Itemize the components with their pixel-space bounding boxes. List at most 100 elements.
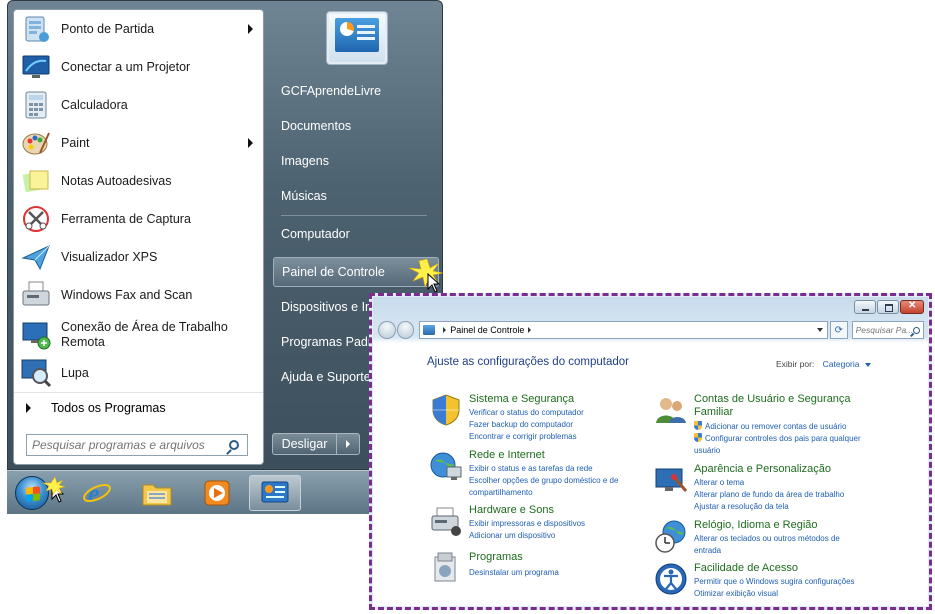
category-link-text[interactable]: Configurar controles dos pais para qualq…	[694, 434, 861, 455]
category-link[interactable]: Escolher opções de grupo doméstico e de …	[469, 475, 629, 499]
search-icon[interactable]	[229, 440, 239, 450]
minimize-button[interactable]	[854, 300, 876, 314]
category-link[interactable]: Verificar o status do computador	[469, 407, 584, 419]
hardware-sound-icon	[431, 507, 461, 536]
close-button[interactable]	[900, 300, 924, 314]
program-calculator[interactable]: Calculadora	[14, 86, 263, 124]
user-accounts-icon	[656, 398, 686, 423]
category-link[interactable]: Alterar plano de fundo da área de trabal…	[694, 489, 844, 501]
view-by: Exibir por: Categoria	[776, 359, 871, 369]
address-dropdown-icon[interactable]	[816, 328, 823, 332]
view-by-label: Exibir por:	[776, 359, 815, 369]
program-label: Conectar a um Projetor	[61, 59, 191, 74]
taskbar-control-panel[interactable]	[249, 475, 301, 511]
all-programs-label: Todos os Programas	[51, 400, 166, 415]
category-link[interactable]: Otimizar exibição visual	[694, 588, 855, 600]
shutdown-options-button[interactable]	[337, 434, 359, 454]
picture-line	[357, 25, 375, 28]
right-link-pictures[interactable]: Imagens	[273, 146, 439, 176]
category-title[interactable]: Aparência e Personalização	[694, 463, 831, 476]
pie-chart-icon	[340, 22, 354, 36]
category-link[interactable]: Permitir que o Windows sugira configuraç…	[694, 576, 855, 588]
view-by-dropdown[interactable]: Categoria	[823, 359, 860, 369]
category-link[interactable]: Exibir o status e as tarefas da rede	[469, 463, 629, 475]
shutdown-button[interactable]: Desligar	[272, 433, 360, 455]
fax-scanner-icon	[22, 281, 50, 306]
right-link-help[interactable]: Ajuda e Suporte	[273, 362, 373, 392]
taskbar-internet-explorer[interactable]: e	[71, 475, 123, 511]
chevron-down-icon[interactable]	[864, 362, 871, 367]
mouse-cursor-icon	[427, 273, 441, 293]
address-bar[interactable]: Painel de Controle	[419, 321, 828, 339]
navigation-bar: Painel de Controle ⟳	[378, 319, 924, 341]
breadcrumb-control-panel[interactable]: Painel de Controle	[450, 325, 524, 335]
category-link[interactable]: Exibir impressoras e dispositivos	[469, 518, 585, 530]
uac-shield-icon	[694, 433, 702, 442]
back-button[interactable]	[378, 321, 396, 339]
control-panel-search-box[interactable]	[851, 321, 924, 339]
start-search-box[interactable]	[26, 434, 248, 456]
windows-explorer-icon	[142, 484, 172, 506]
chevron-right-icon	[346, 440, 350, 448]
program-sticky-notes[interactable]: Notas Autoadesivas	[14, 162, 263, 200]
right-link-default-programs[interactable]: Programas Padrão	[273, 327, 373, 357]
category-title[interactable]: Hardware e Sons	[469, 504, 554, 517]
search-icon[interactable]	[912, 326, 920, 334]
click-highlight-icon	[43, 477, 65, 495]
maximize-button[interactable]	[877, 300, 899, 314]
svg-text:e: e	[88, 479, 100, 508]
projector-icon	[22, 55, 50, 78]
forward-button[interactable]	[396, 321, 415, 339]
category-title[interactable]: Rede e Internet	[469, 449, 545, 462]
program-snipping-tool[interactable]: Ferramenta de Captura	[14, 200, 263, 238]
category-title[interactable]: Facilidade de Acesso	[694, 562, 798, 575]
right-link-computer[interactable]: Computador	[273, 219, 439, 249]
paint-palette-icon	[22, 132, 50, 155]
category-link[interactable]: Adicionar um dispositivo	[469, 530, 585, 542]
shutdown-label[interactable]: Desligar	[273, 434, 337, 454]
user-picture[interactable]	[326, 11, 388, 65]
magnifier-icon	[21, 359, 52, 388]
category-link[interactable]: Alterar os teclados ou outros métodos de…	[694, 533, 864, 557]
category-title[interactable]: Programas	[469, 551, 523, 564]
control-panel-search-input[interactable]	[852, 325, 913, 335]
start-search-input[interactable]	[27, 436, 229, 454]
right-link-devices[interactable]: Dispositivos e Impressoras	[273, 292, 373, 322]
control-panel-icon	[261, 481, 289, 503]
right-link-documents[interactable]: Documentos	[273, 111, 439, 141]
program-remote-desktop[interactable]: Conexão de Área de Trabalho Remota	[14, 314, 263, 356]
submenu-arrow-icon[interactable]	[248, 24, 253, 34]
program-fax-scan[interactable]: Windows Fax and Scan	[14, 276, 263, 314]
category-title[interactable]: Relógio, Idioma e Região	[694, 519, 818, 532]
category-link-text[interactable]: Adicionar ou remover contas de usuário	[705, 422, 846, 431]
program-label: Conexão de Área de Trabalho Remota	[61, 320, 228, 349]
right-link-user[interactable]: GCFAprendeLivre	[273, 76, 439, 106]
taskbar-media-player[interactable]	[191, 475, 243, 511]
taskbar-windows-explorer[interactable]	[131, 475, 183, 511]
right-separator	[281, 215, 427, 216]
program-getting-started[interactable]: Ponto de Partida	[14, 10, 263, 48]
submenu-arrow-icon[interactable]	[248, 138, 253, 148]
all-programs-button[interactable]: Todos os Programas	[14, 392, 263, 422]
category-link[interactable]: Encontrar e corrigir problemas	[469, 431, 584, 443]
refresh-button[interactable]: ⟳	[829, 321, 848, 339]
category-title[interactable]: Contas de Usuário e Segurança Familiar	[694, 393, 884, 419]
category-link[interactable]: Configurar controles dos pais para qualq…	[694, 433, 874, 457]
program-paint[interactable]: Paint	[14, 124, 263, 162]
category-link[interactable]: Adicionar ou remover contas de usuário	[694, 421, 874, 433]
category-title[interactable]: Sistema e Segurança	[469, 393, 574, 406]
breadcrumb-separator-icon[interactable]	[443, 327, 447, 333]
category-link[interactable]: Ajustar a resolução da tela	[694, 501, 844, 513]
category-link[interactable]: Fazer backup do computador	[469, 419, 584, 431]
program-label: Ponto de Partida	[61, 21, 155, 36]
network-internet-icon	[430, 452, 462, 480]
category-link[interactable]: Alterar o tema	[694, 477, 844, 489]
right-link-music[interactable]: Músicas	[273, 181, 439, 211]
program-xps-viewer[interactable]: Visualizador XPS	[14, 238, 263, 276]
program-magnifier[interactable]: Lupa	[14, 354, 263, 392]
breadcrumb-separator-icon[interactable]	[528, 327, 532, 333]
system-security-icon	[432, 394, 460, 426]
program-projector[interactable]: Conectar a um Projetor	[14, 48, 263, 86]
category-link[interactable]: Desinstalar um programa	[469, 567, 559, 579]
getting-started-icon	[25, 16, 49, 42]
